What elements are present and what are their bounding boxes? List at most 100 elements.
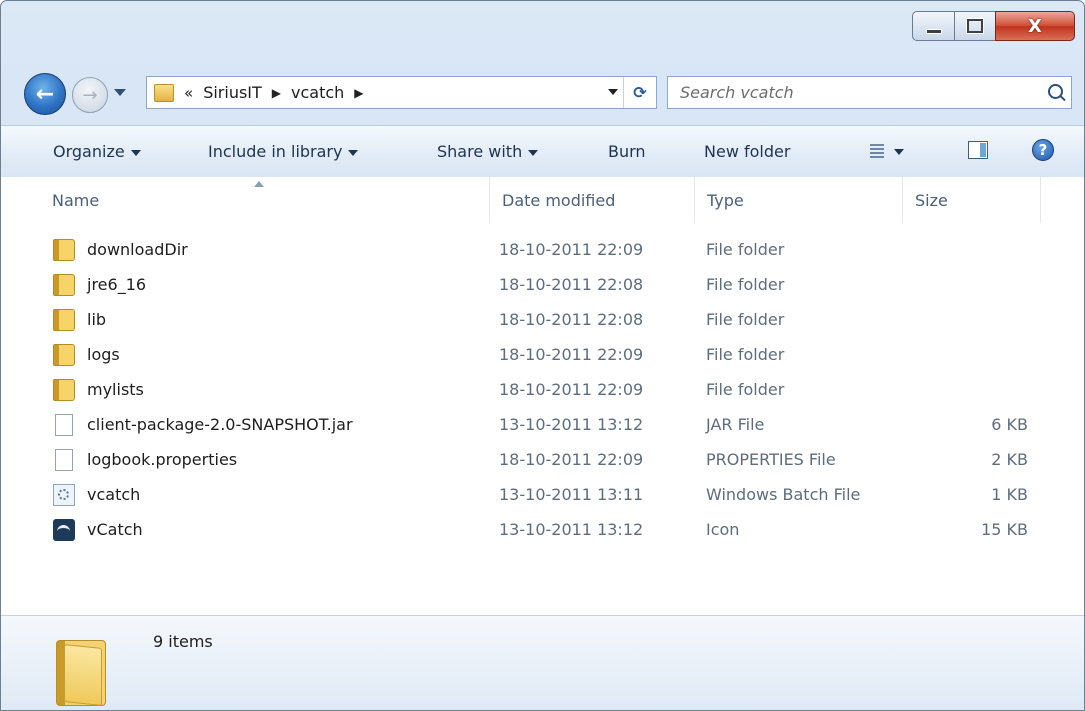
search-icon[interactable] xyxy=(1048,84,1063,99)
preview-pane-icon[interactable] xyxy=(968,141,988,159)
breadcrumb-overflow-chevron[interactable]: « xyxy=(184,84,193,102)
burn-button[interactable]: Burn xyxy=(608,142,646,161)
close-icon: X xyxy=(1028,15,1042,37)
details-pane: 9 items xyxy=(1,615,1084,710)
address-history-dropdown[interactable] xyxy=(608,89,618,95)
table-row[interactable]: jre6_16 18-10-2011 22:08 File folder xyxy=(1,268,1084,304)
table-row[interactable]: lib 18-10-2011 22:08 File folder xyxy=(1,303,1084,339)
file-date-modified: 18-10-2011 22:08 xyxy=(499,275,644,294)
file-icon xyxy=(55,414,73,436)
table-row[interactable]: client-package-2.0-SNAPSHOT.jar 13-10-201… xyxy=(1,408,1084,444)
file-date-modified: 18-10-2011 22:09 xyxy=(499,380,644,399)
table-row[interactable]: vcatch 13-10-2011 13:11 Windows Batch File… xyxy=(1,478,1084,514)
file-icon xyxy=(55,449,73,471)
folder-icon xyxy=(53,344,75,366)
sort-ascending-icon xyxy=(254,181,264,187)
breadcrumb-separator-icon[interactable]: ▶ xyxy=(272,86,281,100)
forward-arrow-icon: → xyxy=(82,84,98,106)
organize-label: Organize xyxy=(53,142,125,161)
folder-icon xyxy=(53,379,75,401)
column-header-size-label: Size xyxy=(915,191,948,210)
batch-file-icon xyxy=(53,484,75,506)
table-row[interactable]: downloadDir 18-10-2011 22:09 File folder xyxy=(1,233,1084,269)
organize-menu[interactable]: Organize xyxy=(53,142,141,161)
file-size: 2 KB xyxy=(991,450,1028,469)
help-icon[interactable]: ? xyxy=(1032,139,1054,161)
folder-icon xyxy=(154,83,174,102)
table-row[interactable]: mylists 18-10-2011 22:09 File folder xyxy=(1,373,1084,409)
file-date-modified: 18-10-2011 22:09 xyxy=(499,450,644,469)
column-header-name-label: Name xyxy=(52,191,100,210)
back-arrow-icon: ← xyxy=(35,81,55,107)
new-folder-button[interactable]: New folder xyxy=(704,142,790,161)
folder-icon xyxy=(53,239,75,261)
chevron-down-icon xyxy=(348,149,359,156)
maximize-icon xyxy=(967,19,983,33)
item-count: 9 items xyxy=(153,632,213,651)
folder-icon xyxy=(53,274,75,296)
file-size: 6 KB xyxy=(991,415,1028,434)
maximize-button[interactable] xyxy=(954,11,996,41)
file-type: File folder xyxy=(706,275,785,294)
chevron-down-icon xyxy=(130,149,141,156)
forward-button[interactable]: → xyxy=(72,77,108,113)
file-date-modified: 13-10-2011 13:11 xyxy=(499,485,644,504)
column-header-date-label: Date modified xyxy=(502,191,616,210)
file-name: lib xyxy=(87,310,107,329)
folder-icon xyxy=(56,640,106,706)
table-row[interactable]: logs 18-10-2011 22:09 File folder xyxy=(1,338,1084,374)
file-type: JAR File xyxy=(706,415,765,434)
search-box[interactable] xyxy=(667,76,1072,109)
file-type: File folder xyxy=(706,310,785,329)
refresh-icon: ⟳ xyxy=(633,83,647,102)
chevron-down-icon xyxy=(528,149,539,156)
back-button[interactable]: ← xyxy=(24,73,66,115)
include-in-library-menu[interactable]: Include in library xyxy=(208,142,359,161)
file-date-modified: 13-10-2011 13:12 xyxy=(499,520,644,539)
breadcrumb-siriusit[interactable]: SiriusIT xyxy=(203,83,262,102)
file-size: 15 KB xyxy=(981,520,1028,539)
file-name: vCatch xyxy=(87,520,143,539)
table-row[interactable]: logbook.properties 18-10-2011 22:09 PROPER… xyxy=(1,443,1084,479)
address-bar[interactable]: « SiriusIT ▶ vcatch ▶ ⟳ xyxy=(146,76,657,109)
file-type: Icon xyxy=(706,520,740,539)
include-in-library-label: Include in library xyxy=(208,142,343,161)
file-name: mylists xyxy=(87,380,144,399)
view-options-chevron-down-icon[interactable] xyxy=(894,149,904,155)
file-list: Name Date modified Type Size downloadDir… xyxy=(1,177,1084,615)
file-date-modified: 18-10-2011 22:08 xyxy=(499,310,644,329)
file-date-modified: 18-10-2011 22:09 xyxy=(499,240,644,259)
file-name: client-package-2.0-SNAPSHOT.jar xyxy=(87,415,353,434)
column-header-name[interactable]: Name xyxy=(40,177,490,223)
minimize-icon xyxy=(925,28,942,34)
command-bar: Organize Include in library Share with B… xyxy=(1,125,1084,178)
share-with-label: Share with xyxy=(437,142,523,161)
file-name: logs xyxy=(87,345,120,364)
share-with-menu[interactable]: Share with xyxy=(437,142,539,161)
file-date-modified: 18-10-2011 22:09 xyxy=(499,345,644,364)
column-header-type-label: Type xyxy=(707,191,744,210)
column-header-size[interactable]: Size xyxy=(903,177,1041,223)
column-header-date-modified[interactable]: Date modified xyxy=(490,177,695,223)
file-date-modified: 13-10-2011 13:12 xyxy=(499,415,644,434)
file-type: PROPERTIES File xyxy=(706,450,836,469)
breadcrumb-separator-icon[interactable]: ▶ xyxy=(354,86,363,100)
minimize-button[interactable] xyxy=(912,11,955,41)
column-header-type[interactable]: Type xyxy=(695,177,903,223)
recent-pages-dropdown[interactable] xyxy=(114,89,126,96)
explorer-window: X ← → « SiriusIT ▶ vcatch ▶ ⟳ Organize I… xyxy=(0,0,1085,711)
folder-icon xyxy=(53,309,75,331)
refresh-button[interactable]: ⟳ xyxy=(623,77,656,108)
close-button[interactable]: X xyxy=(995,11,1075,41)
file-type: Windows Batch File xyxy=(706,485,861,504)
search-input[interactable] xyxy=(678,82,1022,103)
file-type: File folder xyxy=(706,380,785,399)
table-row[interactable]: vCatch 13-10-2011 13:12 Icon 15 KB xyxy=(1,513,1084,549)
breadcrumb-vcatch[interactable]: vcatch xyxy=(291,83,344,102)
file-name: downloadDir xyxy=(87,240,188,259)
vcatch-app-icon xyxy=(53,519,75,541)
file-type: File folder xyxy=(706,345,785,364)
file-type: File folder xyxy=(706,240,785,259)
change-view-icon[interactable] xyxy=(870,144,884,158)
file-name: vcatch xyxy=(87,485,141,504)
